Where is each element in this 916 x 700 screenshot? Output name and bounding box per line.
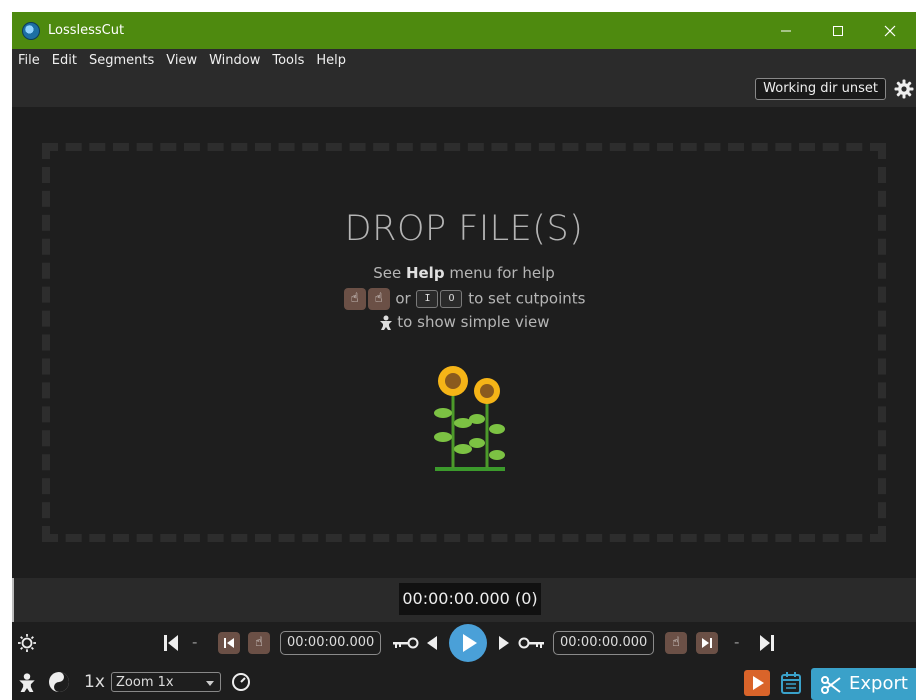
- jump-cut-end-button[interactable]: [696, 632, 718, 654]
- key-in: I: [416, 290, 439, 308]
- dash-left: -: [192, 633, 198, 651]
- jump-end-icon[interactable]: [760, 635, 774, 651]
- title-bar: LosslessCut: [12, 12, 916, 49]
- key-right-icon[interactable]: [518, 637, 544, 649]
- cutpoints-hint: ☝ ☝ or IO to set cutpoints: [12, 288, 916, 310]
- minimize-icon: [781, 30, 791, 31]
- help-hint-bold: Help: [405, 264, 445, 282]
- help-hint-pre: See: [373, 264, 406, 282]
- help-hint-post: menu for help: [444, 264, 555, 282]
- zoom-select-value: Zoom 1x: [116, 675, 174, 690]
- drop-area[interactable]: DROP FILE(S) See Help menu for help ☝ ☝ o…: [12, 107, 916, 578]
- app-window: LosslessCut File Edit Segments View Wind…: [12, 12, 916, 700]
- jump-cut-end-icon: [702, 638, 712, 648]
- calendar-icon[interactable]: [780, 671, 802, 695]
- menu-view[interactable]: View: [160, 53, 203, 68]
- minimize-button[interactable]: [760, 12, 812, 49]
- window-controls: [760, 12, 916, 49]
- top-toolbar: Working dir unset: [12, 71, 916, 107]
- playback-speed[interactable]: 1x: [84, 672, 105, 692]
- set-cut-start-button[interactable]: ☝: [248, 632, 270, 654]
- playback-controls: - ☝ 00:00:00.000 00:00:00.000 ☝ -: [12, 622, 916, 664]
- segments-to-export-button[interactable]: [744, 670, 770, 696]
- simple-view-text: to show simple view: [397, 313, 550, 331]
- theme-yin-yang-icon[interactable]: [48, 671, 70, 693]
- zoom-select[interactable]: Zoom 1x: [111, 672, 221, 692]
- cut-start-time-input[interactable]: 00:00:00.000: [280, 631, 382, 655]
- menu-segments[interactable]: Segments: [83, 53, 160, 68]
- help-hint: See Help menu for help: [12, 264, 916, 282]
- close-button[interactable]: [864, 12, 916, 49]
- timeline[interactable]: 00:00:00.000 (0): [12, 578, 916, 622]
- cut-end-time-input[interactable]: 00:00:00.000: [553, 631, 655, 655]
- scissors-icon: [821, 676, 841, 694]
- menu-tools[interactable]: Tools: [266, 53, 310, 68]
- chevron-down-icon: [206, 681, 214, 686]
- menu-bar: File Edit Segments View Window Tools Hel…: [12, 49, 916, 71]
- maximize-button[interactable]: [812, 12, 864, 49]
- app-logo-icon: [22, 21, 40, 40]
- key-out: O: [440, 290, 463, 308]
- set-cut-end-button[interactable]: ☝: [665, 632, 687, 654]
- jump-start-icon[interactable]: [164, 635, 178, 651]
- working-dir-button[interactable]: Working dir unset: [755, 78, 886, 100]
- timer-icon[interactable]: [231, 672, 251, 692]
- close-icon: [884, 25, 896, 36]
- or-text: or: [395, 289, 411, 308]
- settings-sun-icon[interactable]: [18, 634, 36, 652]
- dropzone-border: [42, 143, 886, 542]
- menu-window[interactable]: Window: [203, 53, 266, 68]
- dash-right: -: [734, 633, 740, 651]
- play-button[interactable]: [449, 624, 487, 662]
- baby-icon: [379, 315, 392, 330]
- key-left-icon[interactable]: [393, 637, 419, 649]
- current-time-display[interactable]: 00:00:00.000 (0): [399, 583, 541, 615]
- simple-mode-baby-icon[interactable]: [18, 672, 36, 694]
- step-back-icon[interactable]: [427, 636, 437, 650]
- export-button[interactable]: Export: [811, 668, 916, 700]
- maximize-icon: [833, 25, 843, 36]
- settings-gear-icon[interactable]: [894, 79, 914, 99]
- menu-file[interactable]: File: [12, 53, 46, 68]
- export-label: Export: [849, 673, 908, 694]
- drop-files-title: DROP FILE(S): [344, 209, 584, 249]
- bottom-toolbar: 1x Zoom 1x Export: [12, 664, 916, 700]
- cutpoints-text: to set cutpoints: [468, 289, 586, 308]
- play-icon: [463, 634, 477, 652]
- window-title: LosslessCut: [48, 23, 125, 38]
- menu-edit[interactable]: Edit: [46, 53, 83, 68]
- set-cut-start-icon: ☝: [343, 288, 366, 310]
- simple-view-hint: to show simple view: [12, 313, 916, 331]
- sunflower-illustration: [434, 366, 505, 471]
- play-segments-icon: [753, 676, 764, 690]
- menu-help[interactable]: Help: [310, 53, 352, 68]
- step-forward-icon[interactable]: [499, 636, 509, 650]
- jump-cut-start-button[interactable]: [218, 632, 240, 654]
- set-cut-end-icon: ☝: [367, 288, 390, 310]
- jump-cut-start-icon: [224, 638, 234, 648]
